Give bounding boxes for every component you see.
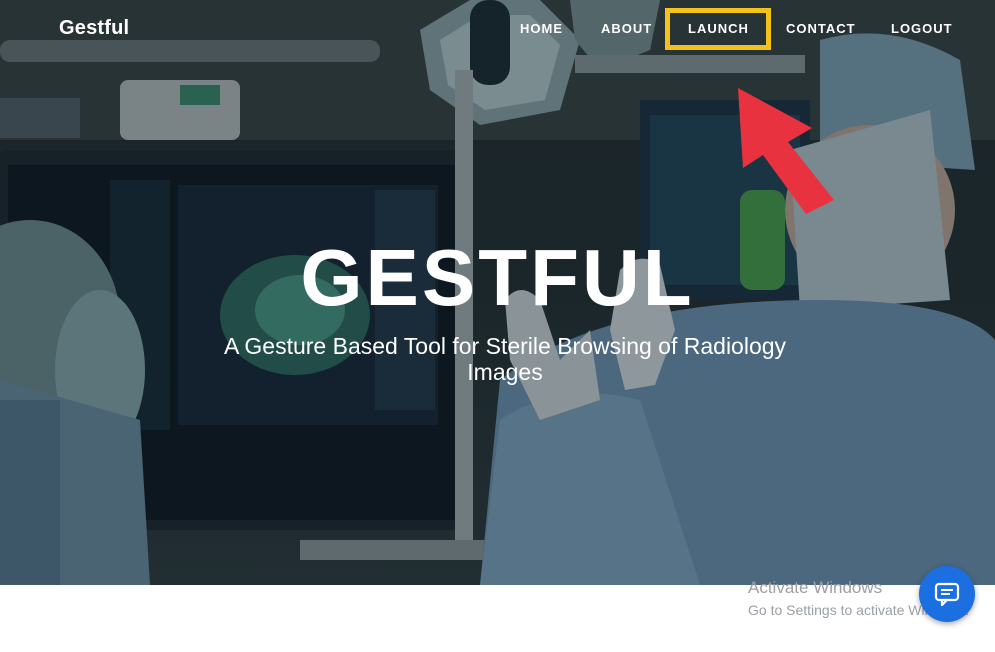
chat-button[interactable]	[919, 566, 975, 622]
activate-windows-title: Activate Windows	[748, 578, 883, 597]
nav-logout-link[interactable]: LOGOUT	[891, 21, 953, 36]
nav-about-link[interactable]: ABOUT	[601, 21, 652, 36]
brand-logo[interactable]: Gestful	[59, 17, 129, 40]
hero-title: GESTFUL	[300, 233, 695, 322]
navbar: Gestful HOME ABOUT LAUNCH CONTACT LOGOUT	[0, 0, 995, 58]
nav-contact-link[interactable]: CONTACT	[786, 21, 856, 36]
hero-subtitle: A Gesture Based Tool for Sterile Browsin…	[223, 333, 787, 385]
nav-home-link[interactable]: HOME	[520, 21, 563, 36]
launch-highlight-box	[665, 8, 771, 50]
chat-icon	[934, 582, 960, 607]
